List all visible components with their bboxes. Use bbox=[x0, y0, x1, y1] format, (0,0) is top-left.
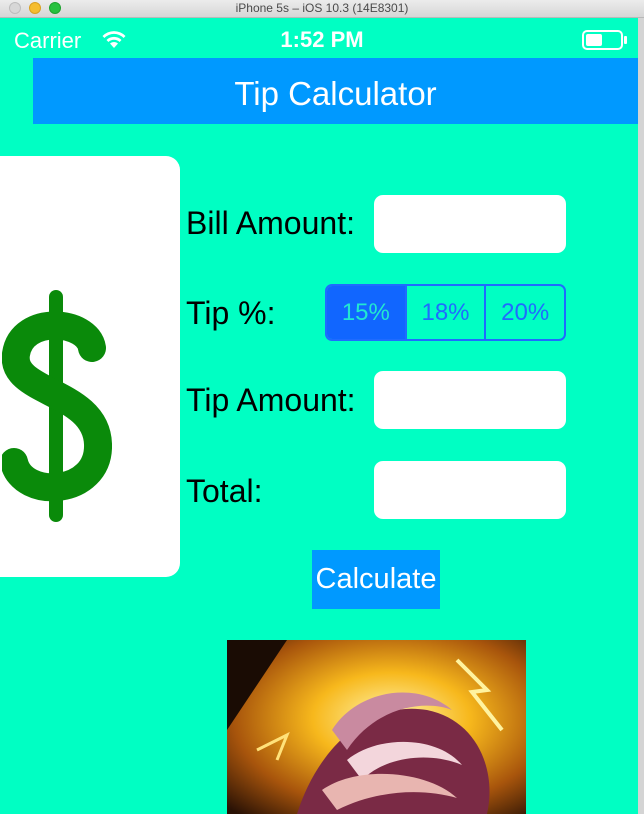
tip-amount-field[interactable] bbox=[374, 371, 566, 429]
window-edge bbox=[638, 18, 644, 814]
tip-amount-label: Tip Amount: bbox=[186, 382, 356, 418]
tip-option-18[interactable]: 18% bbox=[404, 286, 485, 339]
nav-header: Tip Calculator bbox=[33, 58, 638, 124]
total-label: Total: bbox=[186, 473, 263, 509]
page-title: Tip Calculator bbox=[234, 75, 437, 112]
status-time: 1:52 PM bbox=[280, 27, 364, 52]
simulator-title-bar: iPhone 5s – iOS 10.3 (14E8301) bbox=[0, 0, 644, 18]
calculate-button[interactable]: Calculate bbox=[312, 550, 440, 609]
tip-option-15[interactable]: 15% bbox=[327, 286, 405, 339]
window-title: iPhone 5s – iOS 10.3 (14E8301) bbox=[235, 1, 409, 15]
fist-image bbox=[227, 640, 526, 814]
total-field[interactable] bbox=[374, 461, 566, 519]
dollar-image-card bbox=[0, 156, 180, 577]
tip-option-20[interactable]: 20% bbox=[484, 286, 564, 339]
device-screen: Carrier 1:52 PM Tip Calculator Bill Amou… bbox=[0, 18, 638, 814]
bill-amount-input[interactable] bbox=[374, 195, 566, 253]
dollar-sign-icon bbox=[2, 290, 112, 522]
battery-icon bbox=[582, 30, 627, 50]
tip-percent-label: Tip %: bbox=[186, 295, 276, 331]
tip-percent-selector[interactable]: 15% 18% 20% bbox=[325, 284, 566, 341]
bill-amount-label: Bill Amount: bbox=[186, 205, 355, 241]
